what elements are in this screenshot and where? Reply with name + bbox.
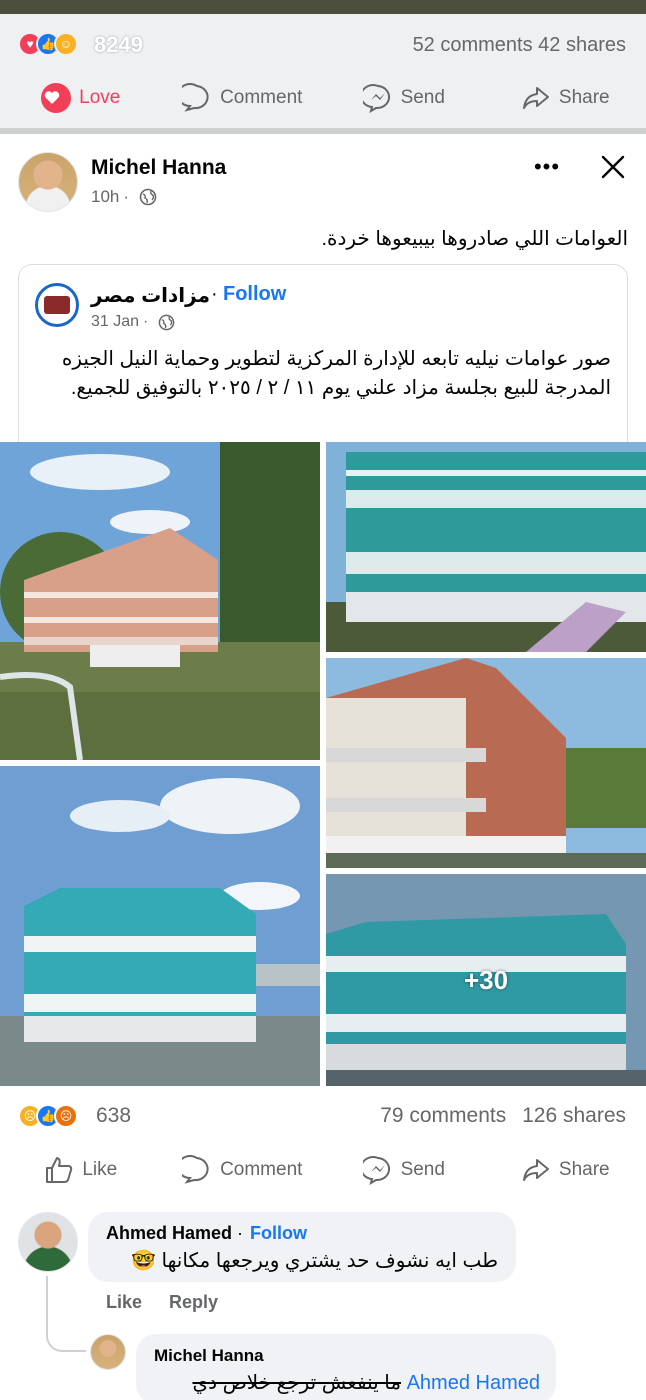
meta-dot: · xyxy=(143,313,149,330)
meta-dot: · xyxy=(123,187,130,206)
reply-thread-line xyxy=(46,1276,86,1352)
comments-shares-count[interactable]: 52 comments 42 shares xyxy=(413,34,626,57)
houseboat-photo-5[interactable]: +30 xyxy=(326,874,646,1086)
post-meta: 10h · xyxy=(91,187,157,207)
comment-label: Comment xyxy=(220,1159,303,1180)
share-button[interactable]: Share xyxy=(485,1146,646,1194)
page-follow-button[interactable]: Follow xyxy=(223,283,286,306)
reply-mention[interactable]: Ahmed Hamed xyxy=(407,1372,540,1394)
reply-text: ما ينفعش ترجع خلاص دي xyxy=(192,1372,402,1394)
commenter-follow-button[interactable]: Follow xyxy=(250,1223,307,1244)
houseboat-photo-4[interactable] xyxy=(0,766,320,1086)
reply-text-row: Ahmed Hamed ما ينفعش ترجع خلاص دي xyxy=(154,1370,540,1395)
reaction-icons[interactable]: ♥ 👍 ☺ xyxy=(18,32,78,56)
love-label: Love xyxy=(79,87,121,108)
share-label: Share xyxy=(558,87,610,108)
shared-post-card[interactable]: مزادات مصر · Follow 31 Jan · صور عوامات … xyxy=(18,264,628,444)
reply-author-avatar[interactable] xyxy=(90,1334,126,1370)
close-icon[interactable] xyxy=(596,150,630,184)
like-icon xyxy=(46,1157,73,1183)
globe-icon xyxy=(159,314,175,330)
previous-post-stats: ♥ 👍 ☺ 8249 52 comments 42 shares xyxy=(0,14,646,74)
reaction-count[interactable]: 8249 xyxy=(94,32,143,58)
shares-count[interactable]: 126 shares xyxy=(522,1104,626,1127)
love-icon xyxy=(41,83,72,113)
commenter-avatar[interactable] xyxy=(18,1212,78,1272)
comment-icon xyxy=(182,83,209,112)
send-button[interactable]: Send xyxy=(323,74,485,122)
send-label: Send xyxy=(400,1159,445,1180)
status-bar-strip xyxy=(0,0,646,14)
post-comments-shares: 79 comments 126 shares xyxy=(380,1104,626,1128)
author-avatar[interactable] xyxy=(18,152,78,212)
post-time[interactable]: 10h xyxy=(91,187,119,207)
share-icon xyxy=(522,1159,549,1181)
like-label: Like xyxy=(82,1159,118,1180)
post-text: العوامات اللي صادروها بيبيعوها خردة. xyxy=(321,228,628,250)
comment-like-button[interactable]: Like xyxy=(106,1292,142,1312)
post-actions: Like Comment Send Share xyxy=(0,1146,646,1194)
share-icon xyxy=(522,87,549,109)
comment-button[interactable]: Comment xyxy=(162,1146,324,1194)
comment-reply-button[interactable]: Reply xyxy=(169,1292,218,1312)
shared-post-date[interactable]: 31 Jan xyxy=(91,313,139,331)
send-button[interactable]: Send xyxy=(323,1146,485,1194)
shared-post-text: صور عوامات نيليه تابعه للإدارة المركزية … xyxy=(61,348,611,399)
feed-divider xyxy=(0,128,646,134)
comment-label: Comment xyxy=(220,87,303,108)
page-name-dot: · xyxy=(211,283,218,305)
more-photos-count[interactable]: +30 xyxy=(326,874,646,1086)
globe-icon xyxy=(139,188,157,206)
share-label: Share xyxy=(558,1159,610,1180)
post-reaction-icons[interactable]: ☹ 👍 ☹ xyxy=(18,1104,78,1128)
comment-button[interactable]: Comment xyxy=(162,74,324,122)
comment-actions: Like Reply xyxy=(106,1292,240,1313)
messenger-icon xyxy=(362,84,390,113)
page-logo-icon xyxy=(44,296,70,314)
send-label: Send xyxy=(400,87,445,108)
share-button[interactable]: Share xyxy=(485,74,646,122)
comments-count[interactable]: 79 comments xyxy=(380,1104,506,1127)
love-button[interactable]: Love xyxy=(0,74,162,122)
angry-reaction-icon: ☹ xyxy=(54,1104,78,1128)
page-name[interactable]: مزادات مصر xyxy=(91,283,210,308)
houseboat-photo-3[interactable] xyxy=(326,658,646,868)
author-name[interactable]: Michel Hanna xyxy=(91,156,226,180)
care-reaction-icon: ☺ xyxy=(54,32,78,56)
houseboat-photo-2[interactable] xyxy=(326,442,646,652)
commenter-name[interactable]: Ahmed Hamed xyxy=(106,1223,232,1244)
post-reaction-count[interactable]: 638 xyxy=(96,1104,131,1128)
more-options-icon[interactable]: ••• xyxy=(532,152,562,182)
comment-icon xyxy=(182,1155,209,1184)
shared-post-meta: 31 Jan · xyxy=(91,313,175,331)
page-avatar[interactable] xyxy=(35,283,79,327)
comment-name-dot: · xyxy=(237,1223,243,1243)
previous-post-actions: Love Comment Send Share xyxy=(0,74,646,122)
like-button[interactable]: Like xyxy=(0,1146,162,1194)
houseboat-photo-1[interactable] xyxy=(0,442,320,760)
comment-text: طب ايه نشوف حد يشتري ويرجعها مكانها 🤓 xyxy=(131,1250,498,1272)
messenger-icon xyxy=(362,1156,390,1185)
reply-author-name[interactable]: Michel Hanna xyxy=(154,1346,264,1366)
